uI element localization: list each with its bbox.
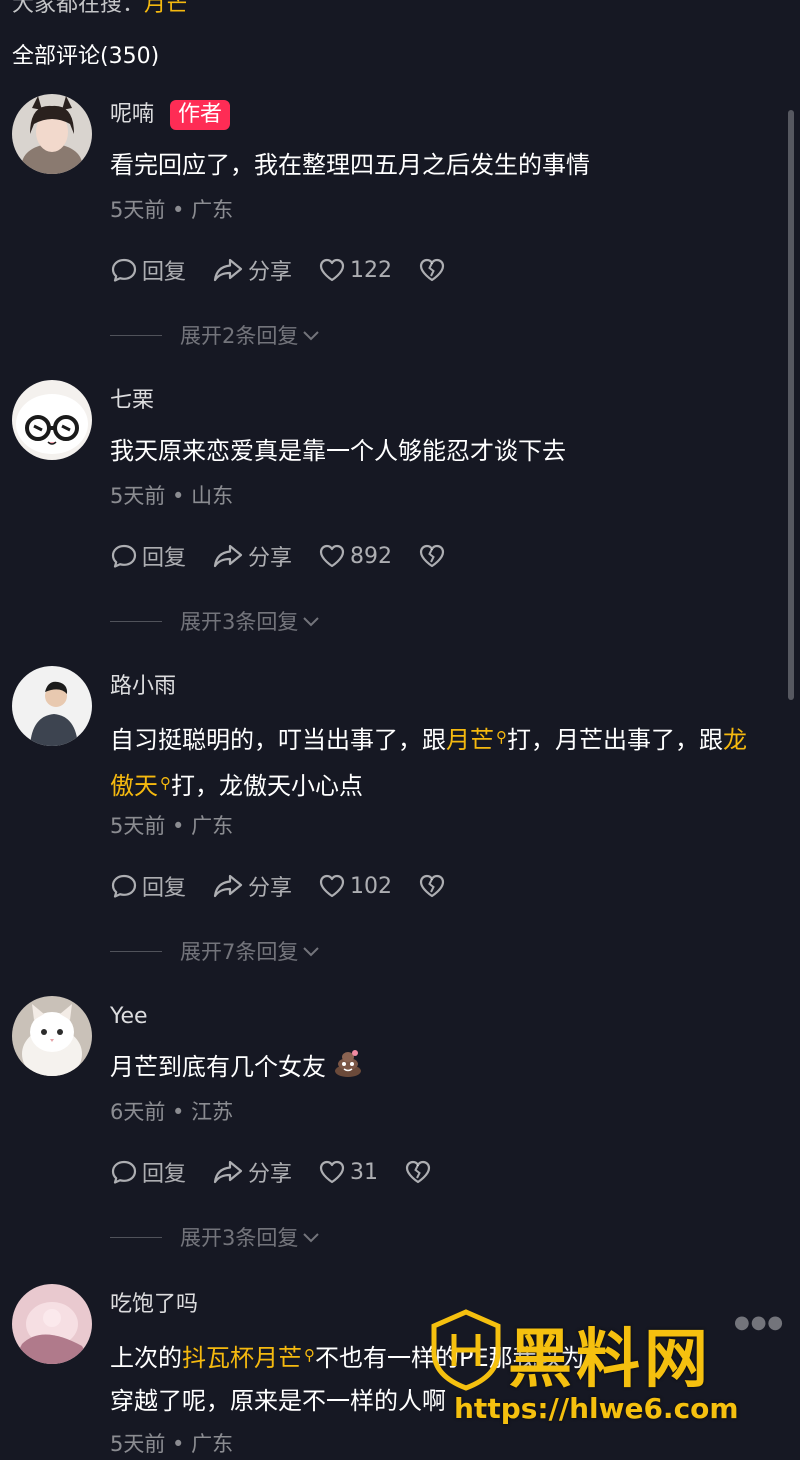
chevron-down-icon (303, 331, 320, 341)
reply-label: 回复 (142, 1162, 187, 1187)
comment-actions: 回复 分享 102 (110, 870, 476, 902)
dislike-button[interactable] (418, 542, 450, 570)
like-button[interactable]: 122 (318, 256, 392, 284)
dislike-button[interactable] (404, 1158, 436, 1186)
reply-button[interactable]: 回复 (110, 254, 186, 286)
heart-icon (319, 1160, 345, 1184)
share-arrow-icon (213, 544, 243, 568)
dislike-button[interactable] (418, 872, 450, 900)
comments-screen: 大家都在搜：月芒 全部评论(350) 呢喃 作者 看完回应了，我在整理四五月之后发… (0, 0, 800, 1460)
username[interactable]: 七栗 (110, 386, 154, 416)
username[interactable]: 呢喃 作者 (110, 100, 231, 130)
expand-replies[interactable]: 展开3条回复 (110, 606, 320, 636)
dislike-button[interactable] (418, 256, 450, 284)
comment-actions: 回复 分享 31 (110, 1156, 462, 1188)
like-count: 31 (350, 1159, 379, 1185)
reply-label: 回复 (142, 260, 187, 285)
reply-label: 回复 (142, 546, 187, 571)
share-button[interactable]: 分享 (212, 254, 292, 286)
comment-meta: 5天前 • 广东 (110, 1432, 234, 1456)
share-button[interactable]: 分享 (212, 540, 292, 572)
comment-text: 我天原来恋爱真是靠一个人够能忍才谈下去 (110, 437, 566, 465)
more-options-icon[interactable]: ●●● (734, 1312, 784, 1333)
avatar[interactable] (12, 996, 92, 1076)
search-link[interactable]: 月芒 (446, 726, 494, 754)
share-button[interactable]: 分享 (212, 870, 292, 902)
chevron-down-icon (303, 1233, 320, 1243)
comment-text: 自习挺聪明的，叮当出事了，跟月芒 ⚲打，月芒出事了，跟龙傲天 ⚲打，龙傲天小心点 (110, 726, 747, 800)
comment-meta: 6天前 • 江苏 (110, 1100, 234, 1124)
share-arrow-icon (213, 1160, 243, 1184)
divider-line (110, 334, 162, 336)
expand-replies-label: 展开2条回复 (180, 324, 299, 348)
broken-heart-icon (419, 544, 445, 568)
like-count: 892 (350, 543, 393, 569)
search-lens-icon: ⚲ (496, 728, 507, 746)
comment-bubble-icon (111, 258, 137, 282)
like-button[interactable]: 102 (318, 872, 392, 900)
reply-button[interactable]: 回复 (110, 1156, 186, 1188)
share-label: 分享 (248, 260, 293, 285)
avatar[interactable] (12, 1284, 92, 1364)
poop-emoji-icon (335, 1050, 361, 1077)
comment-text: 看完回应了，我在整理四五月之后发生的事情 (110, 151, 590, 179)
heart-icon (319, 874, 345, 898)
comment-bubble-icon (111, 874, 137, 898)
broken-heart-icon (405, 1160, 431, 1184)
avatar[interactable] (12, 666, 92, 746)
reply-button[interactable]: 回复 (110, 540, 186, 572)
share-label: 分享 (248, 876, 293, 901)
share-button[interactable]: 分享 (212, 1156, 292, 1188)
divider-line (110, 620, 162, 622)
broken-heart-icon (419, 874, 445, 898)
reply-label: 回复 (142, 876, 187, 901)
heart-icon (319, 544, 345, 568)
search-lens-icon: ⚲ (304, 1346, 315, 1364)
search-suggestion[interactable]: 大家都在搜：月芒 (12, 0, 188, 18)
comment-bubble-icon (111, 1160, 137, 1184)
share-arrow-icon (213, 874, 243, 898)
heart-icon (319, 258, 345, 282)
username[interactable]: 路小雨 (110, 672, 176, 702)
comments-count-header: 全部评论(350) (12, 44, 160, 69)
chevron-down-icon (303, 617, 320, 627)
username[interactable]: 吃饱了吗 (110, 1290, 198, 1320)
expand-replies[interactable]: 展开7条回复 (110, 936, 320, 966)
search-suggestion-keyword[interactable]: 月芒 (144, 0, 188, 17)
username[interactable]: Yee (110, 1002, 148, 1032)
comment-meta: 5天前 • 广东 (110, 814, 234, 838)
comment-bubble-icon (111, 544, 137, 568)
search-suggestion-prefix: 大家都在搜： (12, 0, 145, 17)
expand-replies[interactable]: 展开3条回复 (110, 1222, 320, 1252)
expand-replies-label: 展开3条回复 (180, 1226, 299, 1250)
divider-line (110, 950, 162, 952)
search-link[interactable]: 抖瓦杯月芒 (182, 1344, 302, 1372)
divider-line (110, 1236, 162, 1238)
expand-replies[interactable]: 展开2条回复 (110, 320, 320, 350)
like-count: 102 (350, 873, 393, 899)
comment-text: 上次的抖瓦杯月芒 ⚲不也有一样的PE那我以为 穿越了呢，原来是不一样的人啊 (110, 1344, 585, 1415)
like-button[interactable]: 31 (318, 1158, 378, 1186)
share-label: 分享 (248, 1162, 293, 1187)
comment-meta: 5天前 • 广东 (110, 198, 234, 222)
search-lens-icon: ⚲ (160, 774, 171, 792)
expand-replies-label: 展开7条回复 (180, 940, 299, 964)
share-label: 分享 (248, 546, 293, 571)
reply-button[interactable]: 回复 (110, 870, 186, 902)
like-count: 122 (350, 257, 393, 283)
avatar[interactable] (12, 380, 92, 460)
comment-actions: 回复 分享 122 (110, 254, 476, 286)
like-button[interactable]: 892 (318, 542, 392, 570)
expand-replies-label: 展开3条回复 (180, 610, 299, 634)
comment-actions: 回复 分享 892 (110, 540, 476, 572)
author-tag: 作者 (170, 100, 231, 130)
chevron-down-icon (303, 947, 320, 957)
scrollbar[interactable] (788, 110, 794, 700)
comment-meta: 5天前 • 山东 (110, 484, 234, 508)
share-arrow-icon (213, 258, 243, 282)
avatar[interactable] (12, 94, 92, 174)
broken-heart-icon (419, 258, 445, 282)
comment-text: 月芒到底有几个女友 (110, 1046, 770, 1089)
